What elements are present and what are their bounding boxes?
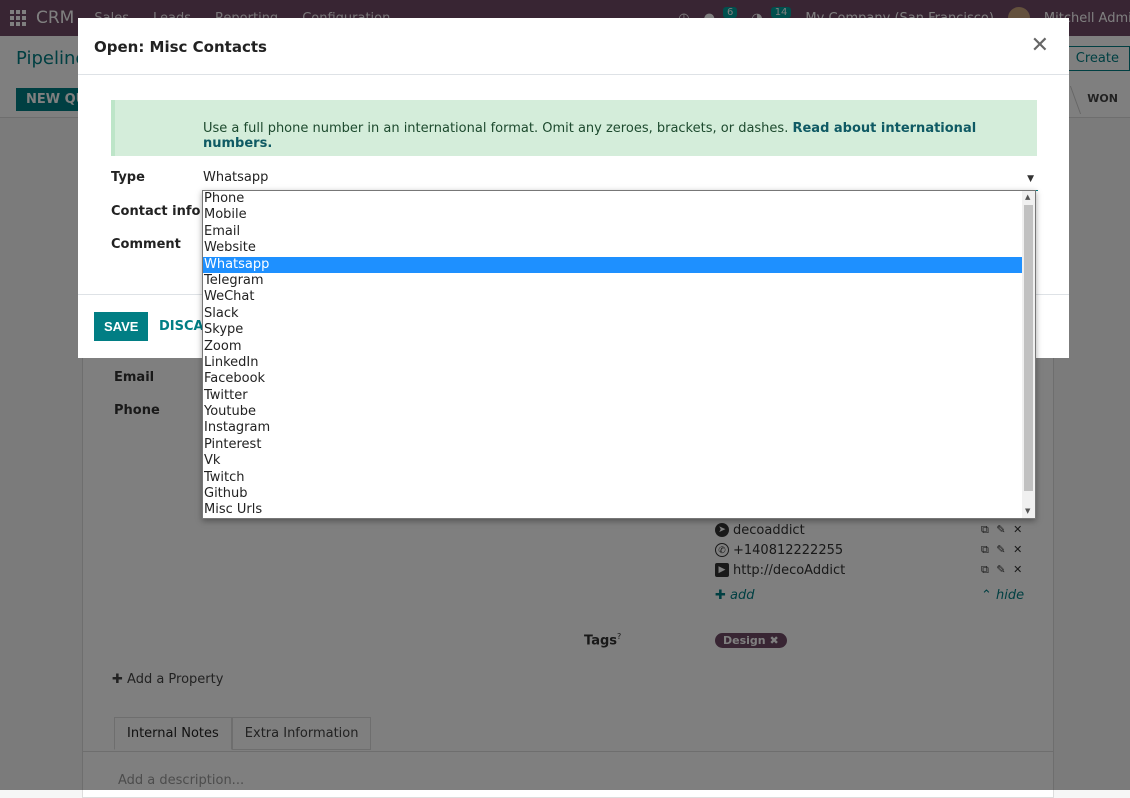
type-option-pinterest[interactable]: Pinterest xyxy=(203,437,1023,453)
type-label: Type xyxy=(111,170,145,185)
type-option-youtube[interactable]: Youtube xyxy=(203,404,1023,420)
scroll-up-icon[interactable]: ▲ xyxy=(1025,193,1030,201)
scrollbar-thumb[interactable] xyxy=(1024,205,1033,491)
type-option-skype[interactable]: Skype xyxy=(203,322,1023,338)
type-option-slack[interactable]: Slack xyxy=(203,306,1023,322)
close-icon[interactable]: ✕ xyxy=(1025,33,1055,57)
type-option-wechat[interactable]: WeChat xyxy=(203,289,1023,305)
type-option-phone[interactable]: Phone xyxy=(203,191,1023,207)
type-options-dropdown: Phone Mobile Email Website Whatsapp Telegram W… xyxy=(202,190,1036,519)
type-option-twitch[interactable]: Twitch xyxy=(203,470,1023,486)
scroll-down-icon[interactable]: ▼ xyxy=(1025,507,1030,515)
type-option-twitter[interactable]: Twitter xyxy=(203,388,1023,404)
type-option-facebook[interactable]: Facebook xyxy=(203,371,1023,387)
comment-label: Comment xyxy=(111,237,181,252)
type-option-website[interactable]: Website xyxy=(203,240,1023,256)
alert-message: Use a full phone number in an internatio… xyxy=(203,121,977,151)
type-option-zoom[interactable]: Zoom xyxy=(203,339,1023,355)
type-option-vk[interactable]: Vk xyxy=(203,453,1023,469)
caret-down-icon: ▼ xyxy=(1027,174,1034,184)
type-option-mobile[interactable]: Mobile xyxy=(203,207,1023,223)
type-option-telegram[interactable]: Telegram xyxy=(203,273,1023,289)
type-option-misc-urls[interactable]: Misc Urls xyxy=(203,502,1023,518)
save-button[interactable]: SAVE xyxy=(94,312,149,341)
type-options-list: Phone Mobile Email Website Whatsapp Telegram W… xyxy=(203,191,1023,518)
type-option-github[interactable]: Github xyxy=(203,486,1023,502)
type-select[interactable]: Whatsapp ▼ xyxy=(202,170,1038,191)
type-select-value: Whatsapp xyxy=(203,170,269,185)
contact-info-label: Contact info xyxy=(111,204,201,219)
dialog-header: Open: Misc Contacts ✕ xyxy=(78,18,1069,75)
info-alert: Use a full phone number in an internatio… xyxy=(111,100,1037,156)
type-option-email[interactable]: Email xyxy=(203,224,1023,240)
dialog-title: Open: Misc Contacts xyxy=(94,38,267,56)
dropdown-scrollbar[interactable]: ▲ ▼ xyxy=(1022,191,1035,518)
type-option-linkedin[interactable]: LinkedIn xyxy=(203,355,1023,371)
type-option-whatsapp[interactable]: Whatsapp xyxy=(203,256,1023,273)
type-option-instagram[interactable]: Instagram xyxy=(203,420,1023,436)
